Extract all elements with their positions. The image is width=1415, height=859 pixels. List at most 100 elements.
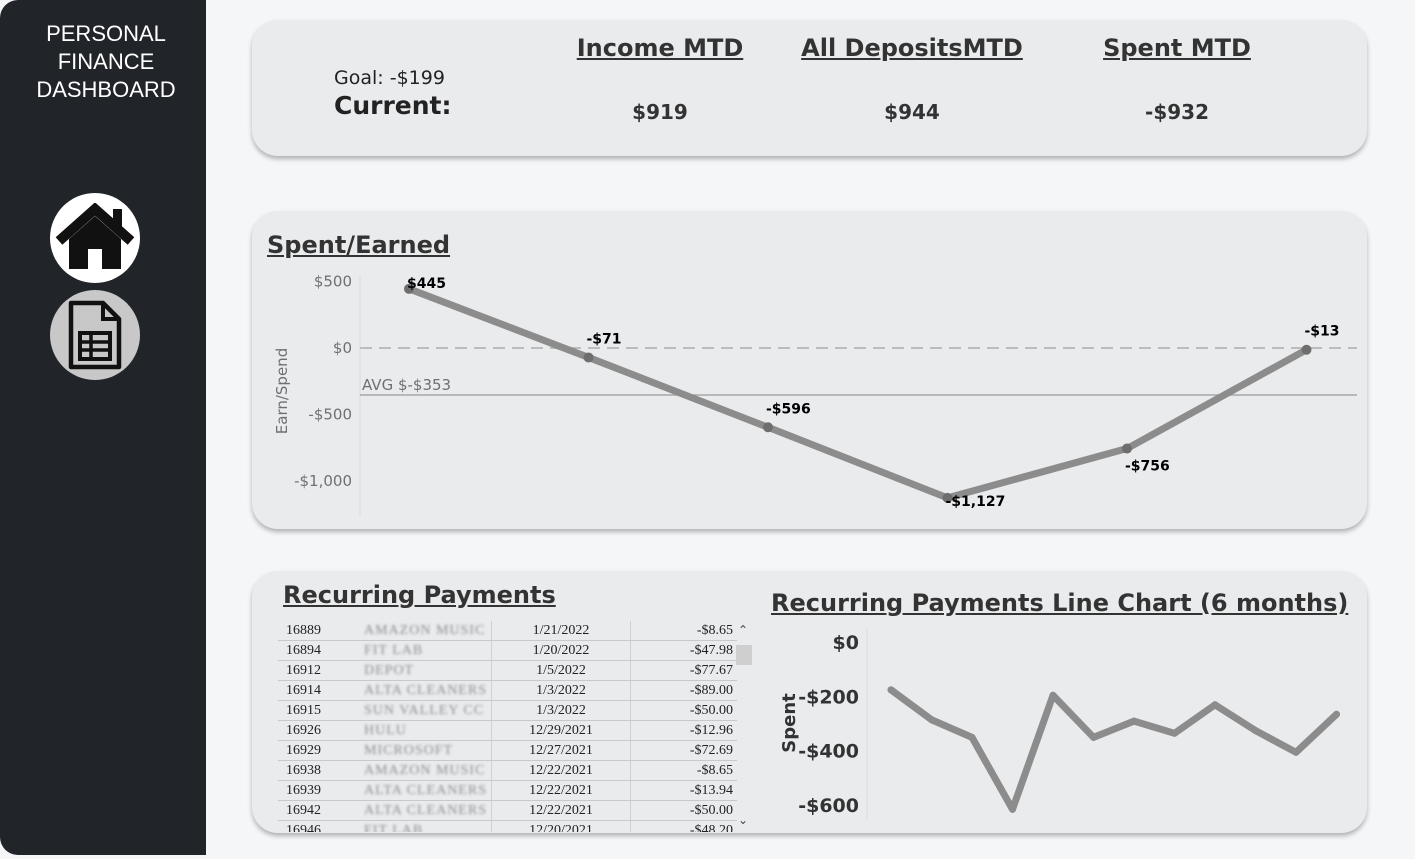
- sidebar: PERSONAL FINANCE DASHBOARD: [0, 0, 206, 855]
- home-icon: [55, 203, 135, 269]
- row-amount: -$13.94: [630, 780, 737, 801]
- table-row[interactable]: 16929 MICROSOFT 12/27/2021 -$72.69: [278, 740, 737, 761]
- y-tick-label: -$400: [798, 741, 859, 763]
- data-point[interactable]: [1301, 344, 1312, 355]
- data-point[interactable]: [1211, 701, 1219, 709]
- row-id: 16938: [278, 760, 360, 781]
- data-point[interactable]: [928, 716, 935, 724]
- row-date: 12/22/2021: [491, 760, 631, 781]
- y-tick-label: -$500: [308, 406, 352, 424]
- row-amount: -$89.00: [630, 680, 737, 701]
- scroll-up-icon[interactable]: ⌃: [734, 623, 752, 637]
- spent-mtd-heading: Spent MTD: [1103, 34, 1251, 62]
- table-row[interactable]: 16889 AMAZON MUSIC 1/21/2022 -$8.65: [278, 621, 737, 641]
- row-name: AMAZON MUSIC: [360, 621, 492, 641]
- row-id: 16926: [278, 720, 360, 741]
- data-label: -$756: [1125, 459, 1170, 475]
- average-label: AVG $-$353: [362, 376, 451, 394]
- y-tick-label: $500: [314, 273, 352, 291]
- spent-mtd-value: -$932: [1145, 100, 1209, 124]
- y-tick-label: $0: [833, 632, 859, 654]
- row-amount: -$72.69: [630, 740, 737, 761]
- report-nav-button[interactable]: [50, 290, 140, 380]
- data-point[interactable]: [1009, 805, 1016, 813]
- recurring-table[interactable]: 16889 AMAZON MUSIC 1/21/2022 -$8.65 16894 FIT…: [278, 621, 752, 832]
- data-point[interactable]: [1090, 733, 1097, 741]
- table-row[interactable]: 16939 ALTA CLEANERS 12/22/2021 -$13.94: [278, 780, 737, 801]
- recurring-payments-title: Recurring Payments: [283, 581, 556, 609]
- row-amount: -$8.65: [630, 760, 737, 781]
- data-label: -$596: [766, 401, 811, 417]
- home-nav-button[interactable]: [50, 193, 140, 283]
- data-point[interactable]: [763, 422, 773, 433]
- row-date: 12/20/2021: [491, 820, 631, 832]
- row-amount: -$8.65: [630, 621, 737, 641]
- data-point[interactable]: [887, 686, 895, 694]
- row-amount: -$48.20: [630, 820, 737, 832]
- table-row[interactable]: 16942 ALTA CLEANERS 12/22/2021 -$50.00: [278, 800, 737, 821]
- data-point[interactable]: [1333, 710, 1340, 718]
- data-point[interactable]: [1171, 729, 1178, 737]
- table-row[interactable]: 16926 HULU 12/29/2021 -$12.96: [278, 720, 737, 741]
- data-point[interactable]: [1122, 443, 1132, 454]
- recurring-series-line: [887, 686, 1340, 813]
- data-point[interactable]: [583, 352, 594, 363]
- dashboard-title: PERSONAL FINANCE DASHBOARD: [36, 21, 176, 102]
- income-mtd-value: $919: [632, 100, 688, 124]
- spent-earned-chart: Earn/Spend $500$0-$500-$1,000AVG $-$353 …: [273, 273, 1357, 516]
- kpi-card: Goal: -$199 Current: Income MTD $919 All…: [252, 20, 1367, 156]
- row-amount: -$47.98: [630, 640, 737, 661]
- scroll-thumb[interactable]: [736, 645, 752, 665]
- row-name: SUN VALLEY CC: [360, 700, 492, 721]
- recurring-line-chart: Spent $0 -$200 -$400 -$600: [779, 629, 1340, 819]
- row-id: 16912: [278, 660, 360, 681]
- row-name: FIT LAB: [360, 640, 492, 661]
- deposits-mtd-heading: All DepositsMTD: [801, 34, 1023, 62]
- y-tick-label: $0: [333, 339, 352, 357]
- row-name: FIT LAB: [360, 820, 492, 832]
- current-label: Current:: [334, 91, 452, 120]
- table-row[interactable]: 16912 DEPOT 1/5/2022 -$77.67: [278, 660, 737, 681]
- table-row[interactable]: 16914 ALTA CLEANERS 1/3/2022 -$89.00: [278, 680, 737, 701]
- spent-earned-card: Spent/Earned Earn/Spend $500 $0 -$500 -$1,0…: [252, 211, 1367, 529]
- data-point[interactable]: [1130, 717, 1138, 725]
- row-name: ALTA CLEANERS: [360, 800, 492, 821]
- row-name: HULU: [360, 720, 492, 741]
- data-point[interactable]: [1292, 748, 1300, 756]
- row-date: 12/29/2021: [491, 720, 631, 741]
- row-name: AMAZON MUSIC: [360, 760, 492, 781]
- row-date: 12/22/2021: [491, 780, 631, 801]
- data-label: -$71: [587, 331, 622, 347]
- data-point[interactable]: [1252, 727, 1259, 735]
- report-document-icon: [68, 300, 122, 370]
- row-id: 16942: [278, 800, 360, 821]
- row-date: 12/22/2021: [491, 800, 631, 821]
- data-point[interactable]: [1049, 691, 1057, 699]
- y-axis-label: Spent: [779, 693, 800, 753]
- table-row[interactable]: 16894 FIT LAB 1/20/2022 -$47.98: [278, 640, 737, 661]
- table-row[interactable]: 16946 FIT LAB 12/20/2021 -$48.20: [278, 820, 737, 832]
- table-scrollbar[interactable]: ⌃ ⌄: [734, 623, 752, 829]
- row-date: 1/3/2022: [491, 680, 631, 701]
- y-tick-label: -$200: [798, 686, 859, 708]
- data-label: -$13: [1305, 324, 1340, 340]
- table-row[interactable]: 16915 SUN VALLEY CC 1/3/2022 -$50.00: [278, 700, 737, 721]
- row-id: 16915: [278, 700, 360, 721]
- y-tick-label: -$1,000: [294, 472, 352, 490]
- scroll-down-icon[interactable]: ⌄: [734, 813, 752, 827]
- row-name: DEPOT: [360, 660, 492, 681]
- row-date: 1/21/2022: [491, 621, 631, 641]
- data-point[interactable]: [968, 733, 976, 741]
- row-id: 16946: [278, 820, 360, 832]
- y-axis-label: Earn/Spend: [273, 348, 291, 434]
- table-row[interactable]: 16938 AMAZON MUSIC 12/22/2021 -$8.65: [278, 760, 737, 781]
- row-name: ALTA CLEANERS: [360, 780, 492, 801]
- data-label: $445: [407, 276, 446, 292]
- recurring-card: Recurring Payments 16889 AMAZON MUSIC 1/21…: [252, 571, 1367, 833]
- row-amount: -$50.00: [630, 800, 737, 821]
- y-tick-label: -$600: [798, 795, 859, 817]
- row-date: 1/5/2022: [491, 660, 631, 681]
- row-id: 16889: [278, 621, 360, 641]
- row-amount: -$77.67: [630, 660, 737, 681]
- row-name: MICROSOFT: [360, 740, 492, 761]
